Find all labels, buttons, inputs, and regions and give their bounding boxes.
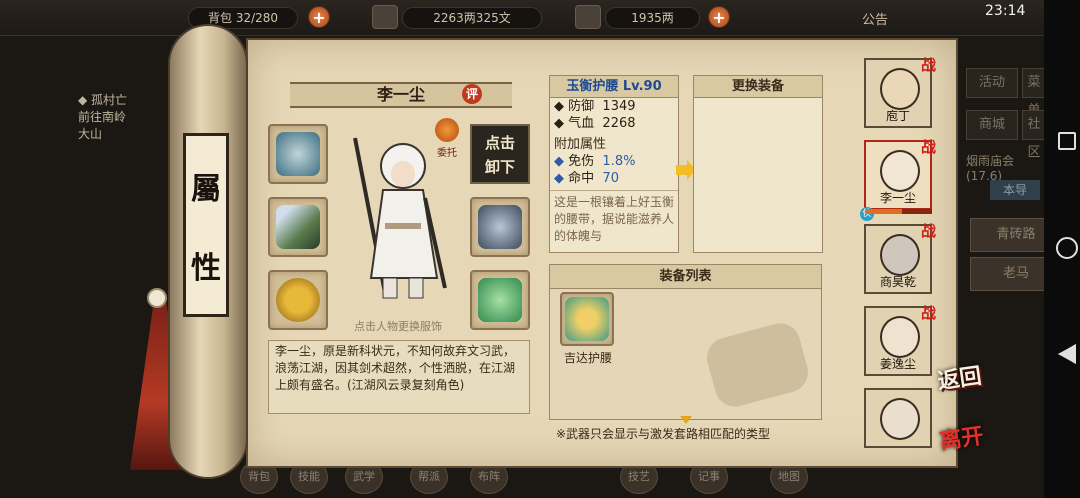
- portrait-shang-haoqian[interactable]: 商昊乾 战: [864, 222, 936, 294]
- quest-line: 大山: [78, 127, 103, 141]
- replace-equipment-card: 更换装备: [693, 75, 823, 253]
- avatar: [880, 150, 920, 192]
- portrait-fifth[interactable]: [864, 388, 932, 448]
- back-button[interactable]: 返回: [935, 356, 997, 407]
- weapon-item-icon: [276, 205, 320, 249]
- battle-badge: 战: [920, 222, 936, 240]
- belt-item-icon: [565, 297, 609, 341]
- gold-value: 1935两: [605, 7, 700, 29]
- equipped-item-card: 玉衡护腰 Lv.90 ◆ 防御 1349 ◆ 气血 2268 附加属性 ◆ 免伤…: [549, 75, 679, 253]
- helmet-item-icon: [276, 132, 320, 176]
- quest-title: ◆ 孤村亡: [78, 93, 128, 107]
- equipment-list-title: 装备列表: [550, 265, 821, 289]
- gold-ingot-icon: [575, 5, 601, 29]
- leave-button[interactable]: 离开: [937, 416, 999, 467]
- battle-badge: 战: [920, 56, 936, 74]
- belt-item-icon: [478, 278, 522, 322]
- rate-button[interactable]: 评: [462, 84, 482, 104]
- entrust-icon: [435, 118, 459, 142]
- stat-hit: ◆ 命中 70: [554, 171, 619, 186]
- community-button[interactable]: 社区: [1022, 110, 1046, 160]
- notice-button[interactable]: 公告: [862, 9, 888, 28]
- add-bag-button[interactable]: +: [308, 6, 330, 28]
- menu-button[interactable]: 菜单: [1022, 68, 1046, 118]
- armor-item-icon: [478, 205, 522, 249]
- hp-bar: [866, 209, 932, 214]
- stat-defense: ◆ 防御 1349: [554, 99, 636, 114]
- extra-attributes-heading: 附加属性: [554, 137, 607, 152]
- avatar: [880, 234, 920, 276]
- battle-badge: 战: [920, 138, 936, 156]
- portrait-name: 姜逸尘: [879, 357, 916, 371]
- unequip-label: 卸下: [484, 158, 515, 176]
- portrait-name: 李一尘: [879, 191, 916, 205]
- clock: 23:14: [985, 3, 1026, 19]
- avatar: [880, 398, 920, 440]
- recent-apps-icon[interactable]: [1058, 132, 1076, 150]
- tab-char: 性: [191, 250, 221, 286]
- side-tab[interactable]: 本导: [990, 180, 1040, 200]
- quest-line: 前往南岭: [78, 110, 127, 124]
- portrait-name: 商昊乾: [879, 275, 916, 289]
- stat-hp: ◆ 气血 2268: [554, 116, 636, 131]
- equip-slot-armor[interactable]: [470, 197, 530, 257]
- equip-slot-belt[interactable]: [470, 270, 530, 330]
- entrust-label: 委托: [437, 148, 457, 159]
- portrait-name: 庖丁: [885, 109, 910, 123]
- home-icon[interactable]: [1056, 237, 1078, 259]
- activity-button[interactable]: 活动: [966, 68, 1018, 98]
- portrait-paoding[interactable]: 庖丁 战: [864, 56, 936, 128]
- avatar: [880, 68, 920, 110]
- equip-slot-helmet[interactable]: [268, 124, 328, 184]
- filter-note: ※武器只会显示与激发套路相匹配的类型: [556, 427, 771, 441]
- list-item-name: 吉达护腰: [563, 351, 612, 365]
- hp-bar-fill: [866, 209, 903, 214]
- portrait-li-yichen[interactable]: 李一尘 战: [864, 138, 936, 210]
- replace-equipment-title: 更换装备: [694, 76, 822, 98]
- equip-slot-weapon[interactable]: [268, 197, 328, 257]
- character-bio: 李一尘，原是新科状元，不知何故弃文习武，浪荡江湖，因其剑术超然，个性洒脱，在江湖…: [268, 340, 530, 414]
- coins-value: 2263两325文: [402, 7, 542, 29]
- list-item[interactable]: 吉达护腰: [560, 292, 616, 366]
- stat-damage-reduction: ◆ 免伤 1.8%: [554, 154, 636, 169]
- add-gold-button[interactable]: +: [708, 6, 730, 28]
- mall-button[interactable]: 商城: [966, 110, 1018, 140]
- top-bar: 背包 32/280 + 2263两325文 1935两 + 公告 23:14: [0, 0, 1080, 36]
- entrust-button[interactable]: 委托: [432, 118, 462, 159]
- event-label[interactable]: 烟雨庙会(17.6): [966, 152, 1046, 183]
- equipped-item-title: 玉衡护腰 Lv.90: [550, 76, 678, 98]
- battle-badge: 战: [920, 304, 936, 322]
- item-description: 这是一根镶着上好玉衡的腰带，据说能滋养人的体魄与: [550, 190, 678, 246]
- attributes-tab[interactable]: 屬 性: [183, 133, 229, 317]
- ring-item-icon: [276, 278, 320, 322]
- change-outfit-hint: 点击人物更换服饰: [354, 320, 442, 333]
- quest-tracker[interactable]: ◆ 孤村亡 前往南岭 大山: [78, 92, 158, 143]
- unequip-button[interactable]: 点击 卸下: [470, 124, 530, 184]
- portrait-jiang-yichen[interactable]: 姜逸尘 战: [864, 304, 936, 376]
- equip-slot-ring[interactable]: [268, 270, 328, 330]
- coin-icon: [372, 5, 398, 29]
- unequip-label: 点击: [484, 134, 515, 152]
- avatar: [880, 316, 920, 358]
- list-item-slot: [560, 292, 614, 346]
- tab-char: 屬: [191, 171, 221, 207]
- tassel-bead: [147, 288, 167, 308]
- character-name: 李一尘: [376, 85, 425, 104]
